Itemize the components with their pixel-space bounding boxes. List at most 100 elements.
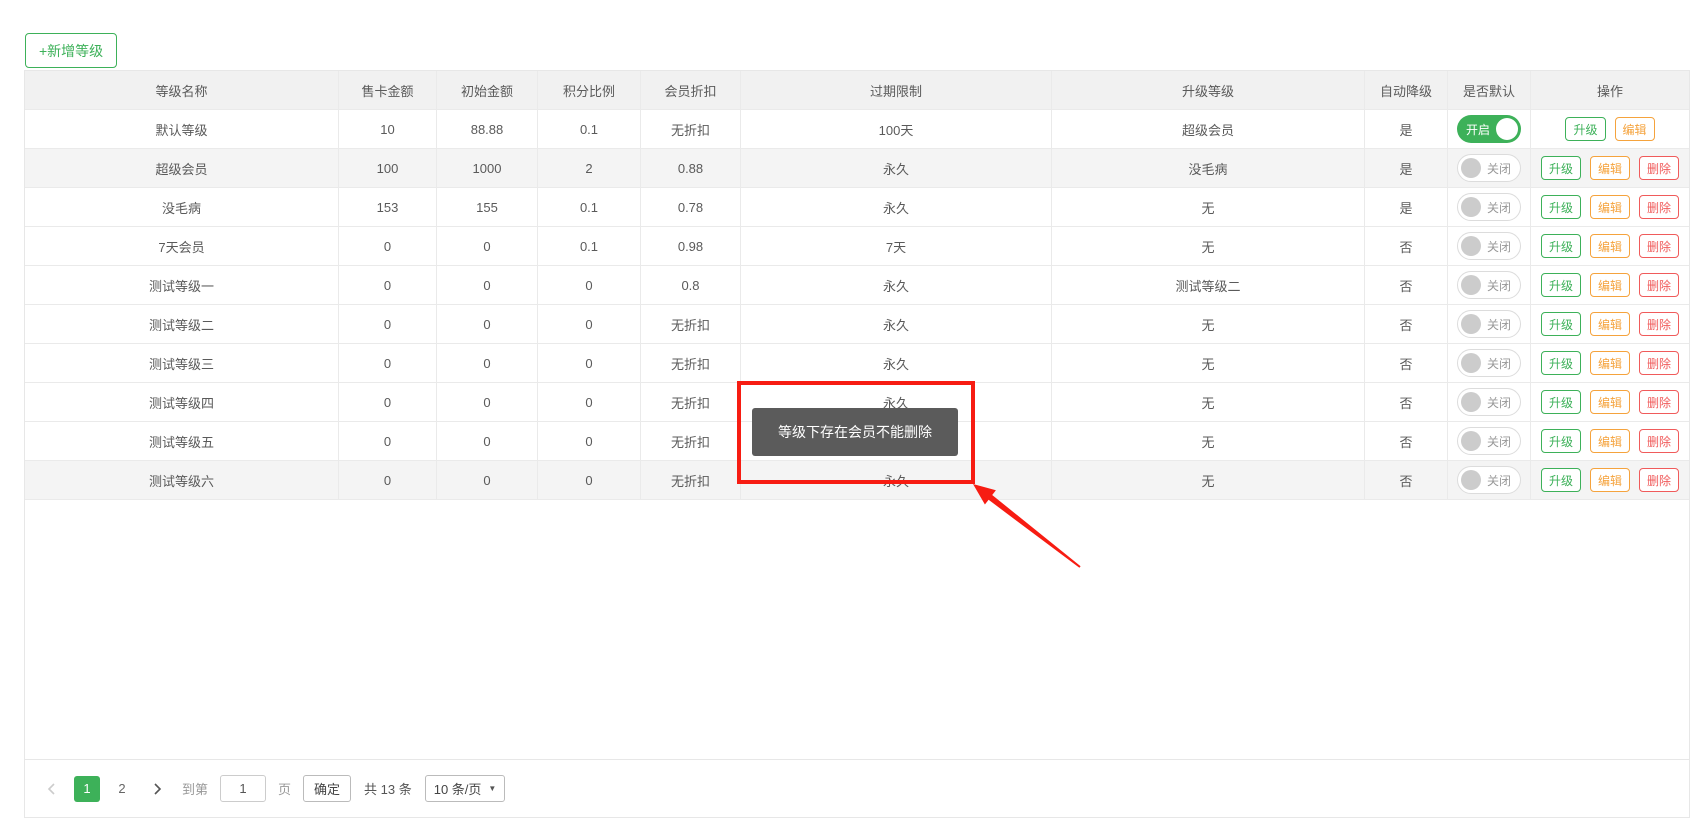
cell-card-amount: 0	[339, 305, 437, 343]
upgrade-button[interactable]: 升级	[1541, 234, 1581, 258]
delete-button[interactable]: 删除	[1639, 468, 1679, 492]
cell-name: 超级会员	[25, 149, 339, 187]
cell-auto-downgrade: 否	[1365, 305, 1448, 343]
edit-button[interactable]: 编辑	[1590, 468, 1630, 492]
edit-button[interactable]: 编辑	[1590, 429, 1630, 453]
upgrade-button[interactable]: 升级	[1541, 429, 1581, 453]
cell-member-discount: 无折扣	[641, 305, 741, 343]
cell-operations: 升级编辑删除	[1531, 266, 1689, 304]
cell-initial-amount: 155	[437, 188, 538, 226]
total-count-label: 共 13 条	[364, 779, 412, 798]
cell-operations: 升级编辑	[1531, 110, 1689, 148]
upgrade-button[interactable]: 升级	[1541, 273, 1581, 297]
default-toggle[interactable]: 开启	[1457, 115, 1521, 143]
upgrade-button[interactable]: 升级	[1541, 156, 1581, 180]
cell-operations: 升级编辑删除	[1531, 461, 1689, 499]
default-toggle[interactable]: 关闭	[1457, 193, 1521, 221]
cell-operations: 升级编辑删除	[1531, 149, 1689, 187]
delete-button[interactable]: 删除	[1639, 156, 1679, 180]
cell-operations: 升级编辑删除	[1531, 344, 1689, 382]
cell-points-ratio: 2	[538, 149, 641, 187]
add-level-button[interactable]: +新增等级	[25, 33, 117, 68]
delete-button[interactable]: 删除	[1639, 312, 1679, 336]
page-number-2[interactable]: 2	[109, 776, 135, 802]
edit-button[interactable]: 编辑	[1590, 195, 1630, 219]
cell-card-amount: 0	[339, 266, 437, 304]
page-size-select[interactable]: 10 条/页 ▼	[425, 775, 506, 802]
cell-card-amount: 100	[339, 149, 437, 187]
cell-name: 测试等级五	[25, 422, 339, 460]
cell-initial-amount: 0	[437, 344, 538, 382]
default-toggle[interactable]: 关闭	[1457, 271, 1521, 299]
cell-points-ratio: 0	[538, 305, 641, 343]
cell-name: 测试等级一	[25, 266, 339, 304]
cell-upgrade-level: 无	[1052, 383, 1365, 421]
toggle-label: 关闭	[1487, 238, 1511, 255]
cell-points-ratio: 0	[538, 461, 641, 499]
table-row: 默认等级1088.880.1无折扣100天超级会员是开启升级编辑	[25, 110, 1689, 149]
cell-upgrade-level: 无	[1052, 461, 1365, 499]
page-number-1[interactable]: 1	[74, 776, 100, 802]
table-row: 7天会员000.10.987天无否关闭升级编辑删除	[25, 227, 1689, 266]
cell-auto-downgrade: 是	[1365, 149, 1448, 187]
goto-page-label: 到第	[182, 779, 208, 798]
delete-button[interactable]: 删除	[1639, 390, 1679, 414]
goto-page-input[interactable]	[220, 775, 266, 802]
toggle-knob-icon	[1461, 275, 1481, 295]
upgrade-button[interactable]: 升级	[1541, 195, 1581, 219]
default-toggle[interactable]: 关闭	[1457, 427, 1521, 455]
upgrade-button[interactable]: 升级	[1541, 312, 1581, 336]
delete-button[interactable]: 删除	[1639, 195, 1679, 219]
page-unit-label: 页	[278, 779, 291, 798]
column-header-card-amount: 售卡金额	[339, 71, 437, 109]
edit-button[interactable]: 编辑	[1590, 312, 1630, 336]
toggle-knob-icon	[1461, 236, 1481, 256]
toggle-label: 关闭	[1487, 277, 1511, 294]
delete-button[interactable]: 删除	[1639, 234, 1679, 258]
default-toggle[interactable]: 关闭	[1457, 466, 1521, 494]
edit-button[interactable]: 编辑	[1590, 273, 1630, 297]
edit-button[interactable]: 编辑	[1615, 117, 1655, 141]
upgrade-button[interactable]: 升级	[1541, 390, 1581, 414]
cell-is-default: 关闭	[1448, 344, 1531, 382]
delete-button[interactable]: 删除	[1639, 351, 1679, 375]
cell-is-default: 关闭	[1448, 149, 1531, 187]
cell-upgrade-level: 无	[1052, 344, 1365, 382]
edit-button[interactable]: 编辑	[1590, 234, 1630, 258]
cell-operations: 升级编辑删除	[1531, 227, 1689, 265]
column-header-points-ratio: 积分比例	[538, 71, 641, 109]
toggle-knob-icon	[1461, 158, 1481, 178]
prev-page-icon[interactable]	[39, 776, 65, 802]
default-toggle[interactable]: 关闭	[1457, 154, 1521, 182]
default-toggle[interactable]: 关闭	[1457, 388, 1521, 416]
toggle-label: 关闭	[1487, 199, 1511, 216]
delete-button[interactable]: 删除	[1639, 273, 1679, 297]
table-empty-area	[25, 500, 1689, 759]
next-page-icon[interactable]	[144, 776, 170, 802]
default-toggle[interactable]: 关闭	[1457, 310, 1521, 338]
default-toggle[interactable]: 关闭	[1457, 232, 1521, 260]
cell-is-default: 关闭	[1448, 305, 1531, 343]
upgrade-button[interactable]: 升级	[1541, 351, 1581, 375]
cell-name: 测试等级二	[25, 305, 339, 343]
cell-member-discount: 无折扣	[641, 422, 741, 460]
edit-button[interactable]: 编辑	[1590, 156, 1630, 180]
cell-member-discount: 无折扣	[641, 110, 741, 148]
confirm-page-button[interactable]: 确定	[303, 775, 351, 802]
cell-expiry: 7天	[741, 227, 1052, 265]
toggle-label: 关闭	[1487, 316, 1511, 333]
cell-name: 默认等级	[25, 110, 339, 148]
edit-button[interactable]: 编辑	[1590, 390, 1630, 414]
table-header-row: 等级名称 售卡金额 初始金额 积分比例 会员折扣 过期限制 升级等级 自动降级 …	[25, 71, 1689, 110]
cell-card-amount: 0	[339, 227, 437, 265]
edit-button[interactable]: 编辑	[1590, 351, 1630, 375]
upgrade-button[interactable]: 升级	[1541, 468, 1581, 492]
toggle-label: 开启	[1466, 121, 1490, 138]
toggle-label: 关闭	[1487, 433, 1511, 450]
upgrade-button[interactable]: 升级	[1565, 117, 1605, 141]
delete-button[interactable]: 删除	[1639, 429, 1679, 453]
toggle-knob-icon	[1461, 470, 1481, 490]
default-toggle[interactable]: 关闭	[1457, 349, 1521, 377]
cell-auto-downgrade: 否	[1365, 383, 1448, 421]
cell-member-discount: 0.98	[641, 227, 741, 265]
